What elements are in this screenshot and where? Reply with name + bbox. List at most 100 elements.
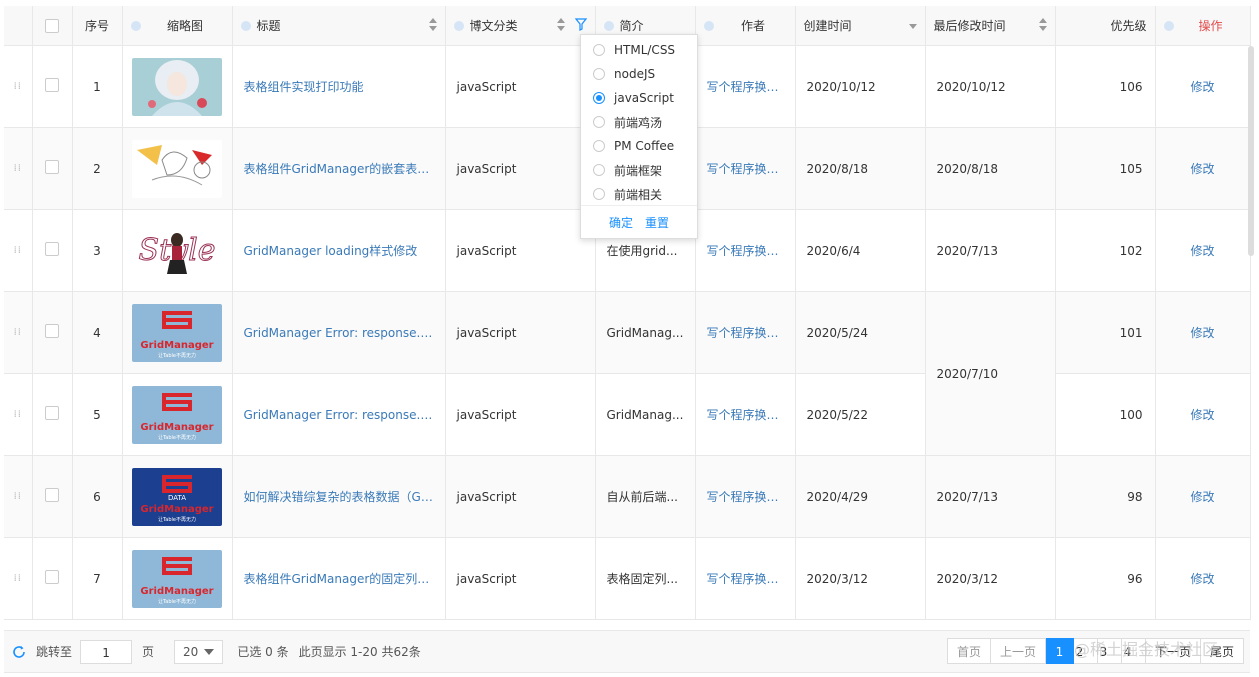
grid-manager: 序号 缩略图 标题 博文分类 简介 作者 创建时间 最后修改时间 优先级 操作 …	[4, 0, 1254, 677]
remind-icon[interactable]	[703, 20, 714, 31]
header-label: 优先级	[1110, 19, 1147, 33]
author-link[interactable]: 写个程序换个饼...	[696, 242, 795, 259]
remind-icon[interactable]	[453, 20, 464, 31]
edit-button[interactable]: 修改	[1155, 537, 1251, 620]
title-link[interactable]: GridManager loading样式修改	[233, 242, 445, 259]
filter-option[interactable]: 前端框架	[581, 158, 697, 182]
author-link[interactable]: 写个程序换个饼...	[696, 324, 795, 341]
vertical-scrollbar[interactable]	[1248, 46, 1254, 256]
filter-option[interactable]: PM Coffee	[581, 134, 697, 158]
filter-icon[interactable]	[574, 18, 587, 31]
filter-option-label: PM Coffee	[614, 139, 675, 153]
row-checkbox[interactable]	[45, 570, 59, 584]
column-header-category[interactable]: 博文分类	[445, 6, 596, 46]
row-checkbox[interactable]	[45, 78, 59, 92]
table-row[interactable]: ⁞⁞ 6 DATA GridManager 让Table不再无力 如何解决错综复杂的表格数…	[4, 455, 1251, 538]
column-header-modified[interactable]: 最后修改时间	[925, 6, 1056, 46]
row-checkbox[interactable]	[45, 406, 59, 420]
row-select-cell	[32, 537, 73, 620]
table-row[interactable]: ⁞⁞ 4 GridManager 让Table不再无力 GridManager Erro…	[4, 291, 1251, 456]
summary-cell: GridManag...	[595, 291, 696, 374]
title-link[interactable]: GridManager Error: response.data is not …	[233, 408, 445, 422]
title-link[interactable]: 表格组件GridManager的嵌套表头详解	[233, 160, 445, 177]
title-cell: GridManager loading样式修改	[232, 209, 446, 292]
modified-cell: 2020/8/18	[925, 127, 1056, 210]
radio-icon[interactable]	[593, 92, 605, 104]
thumbnail-image: GridManager让Table不再无力	[132, 385, 222, 444]
author-link[interactable]: 写个程序换个饼...	[696, 570, 795, 587]
row-checkbox[interactable]	[45, 324, 59, 338]
edit-button[interactable]: 修改	[1155, 291, 1251, 374]
drag-handle-icon[interactable]: ⁞⁞	[4, 373, 33, 456]
created-time: 2020/5/24	[806, 325, 869, 340]
table-row[interactable]: ⁞⁞ 7 GridManager 让Table不再无力 表格组件GridManager的…	[4, 537, 1251, 620]
page-button-1[interactable]: 1	[1045, 638, 1074, 664]
row-checkbox[interactable]	[45, 242, 59, 256]
row-select-cell	[32, 45, 73, 128]
summary-text: 表格固定列...	[606, 572, 678, 586]
edit-button[interactable]: 修改	[1155, 45, 1251, 128]
sort-icon[interactable]	[1038, 18, 1047, 32]
edit-button[interactable]: 修改	[1155, 373, 1251, 456]
created-cell: 2020/5/22	[795, 373, 926, 456]
filter-option[interactable]: nodeJS	[581, 62, 697, 86]
header-label: 简介	[619, 19, 644, 33]
first-page-button[interactable]: 首页	[946, 638, 991, 664]
drag-handle-icon[interactable]: ⁞⁞	[4, 291, 33, 374]
modified-time: 2020/10/12	[936, 79, 1006, 94]
thumbnail-cell	[122, 45, 233, 128]
radio-icon[interactable]	[593, 188, 605, 200]
edit-button[interactable]: 修改	[1155, 127, 1251, 210]
sort-desc-icon[interactable]	[908, 24, 917, 29]
watermark: @稀土掘金技术社区	[1074, 640, 1219, 659]
filter-option[interactable]: HTML/CSS	[581, 38, 697, 62]
prev-page-button[interactable]: 上一页	[990, 638, 1046, 664]
radio-icon[interactable]	[593, 140, 605, 152]
title-link[interactable]: GridManager Error: response.totals undef…	[233, 326, 445, 340]
jump-page-input[interactable]: 1	[80, 639, 133, 664]
drag-handle-icon[interactable]: ⁞⁞	[4, 127, 33, 210]
drag-handle-icon[interactable]: ⁞⁞	[4, 209, 33, 292]
filter-option[interactable]: javaScript	[581, 86, 697, 110]
page-size-select[interactable]: 20	[174, 639, 224, 664]
remind-icon[interactable]	[1163, 20, 1174, 31]
sort-icon[interactable]	[428, 18, 437, 32]
title-link[interactable]: 如何解决错综复杂的表格数据（GridManager）	[233, 488, 445, 505]
remind-icon[interactable]	[130, 20, 141, 31]
drag-handle-icon[interactable]: ⁞⁞	[4, 455, 33, 538]
filter-option[interactable]: 前端相关	[581, 182, 697, 206]
select-all-checkbox[interactable]	[45, 18, 59, 33]
drag-handle-icon[interactable]: ⁞⁞	[4, 45, 33, 128]
filter-option[interactable]: 前端鸡汤	[581, 110, 697, 134]
row-checkbox[interactable]	[45, 488, 59, 502]
column-header-title[interactable]: 标题	[232, 6, 446, 46]
radio-icon[interactable]	[593, 68, 605, 80]
remind-icon[interactable]	[603, 20, 614, 31]
author-link[interactable]: 写个程序换个饼...	[696, 488, 795, 505]
category-text: javaScript	[456, 571, 517, 586]
filter-reset-button[interactable]: 重置	[645, 214, 669, 231]
drag-handle-icon[interactable]: ⁞⁞	[4, 537, 33, 620]
thumbnail-image	[132, 57, 222, 116]
refresh-icon[interactable]	[12, 645, 26, 659]
filter-confirm-button[interactable]: 确定	[609, 214, 633, 231]
created-cell: 2020/10/12	[795, 45, 926, 128]
radio-icon[interactable]	[593, 44, 605, 56]
title-link[interactable]: 表格组件GridManager的固定列详解...	[233, 570, 445, 587]
radio-icon[interactable]	[593, 164, 605, 176]
author-link[interactable]: 写个程序换个饼...	[696, 406, 795, 423]
edit-button[interactable]: 修改	[1155, 209, 1251, 292]
sort-icon[interactable]	[556, 18, 565, 32]
radio-icon[interactable]	[593, 116, 605, 128]
range-info: 此页显示 1-20 共62条	[298, 645, 421, 659]
row-checkbox[interactable]	[45, 160, 59, 174]
column-header-created[interactable]: 创建时间	[795, 6, 926, 46]
title-cell: GridManager Error: response.totals undef…	[232, 291, 446, 374]
row-select-cell	[32, 127, 73, 210]
author-link[interactable]: 写个程序换个饼...	[696, 160, 795, 177]
table-row[interactable]: ⁞⁞ 5 GridManager 让Table不再无力 GridManager Erro…	[4, 373, 1251, 456]
title-link[interactable]: 表格组件实现打印功能	[233, 78, 445, 95]
author-link[interactable]: 写个程序换个饼...	[696, 78, 795, 95]
remind-icon[interactable]	[240, 20, 251, 31]
edit-button[interactable]: 修改	[1155, 455, 1251, 538]
